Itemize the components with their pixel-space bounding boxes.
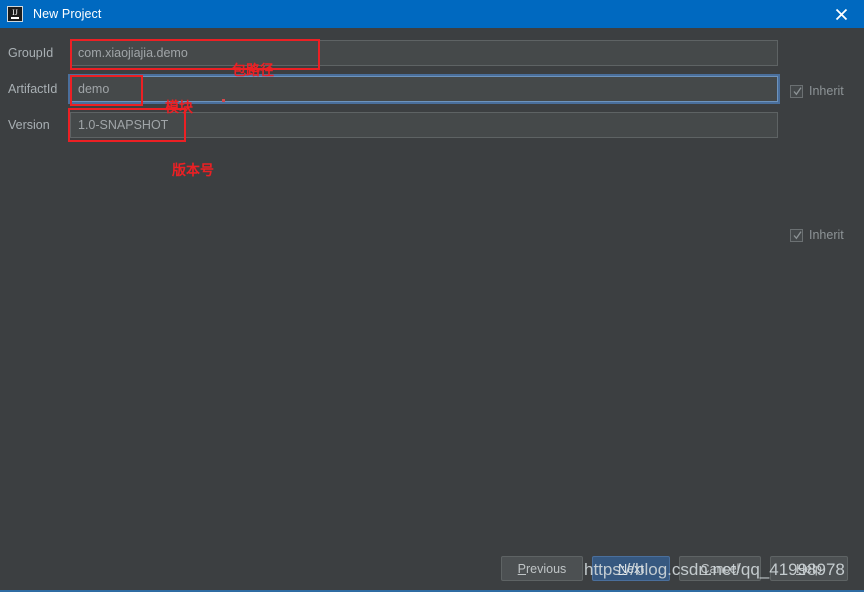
- cancel-button-label: Cancel: [700, 561, 740, 576]
- window-title: New Project: [33, 7, 102, 21]
- form-row-groupid: GroupId Inherit: [0, 38, 864, 98]
- intellij-idea-icon: IJ: [7, 6, 23, 22]
- next-button[interactable]: Next: [592, 556, 670, 581]
- close-icon[interactable]: [819, 0, 864, 28]
- annotation-dot: [222, 99, 225, 102]
- groupid-label: GroupId: [8, 46, 54, 60]
- previous-button-label: Previous: [517, 561, 567, 576]
- cancel-button[interactable]: Cancel: [679, 556, 761, 581]
- form-row-artifactid: ArtifactId: [0, 74, 864, 104]
- new-project-dialog: IJ New Project GroupId Inherit ArtifactI…: [0, 0, 864, 592]
- previous-button[interactable]: Previous: [501, 556, 583, 581]
- version-input[interactable]: [70, 112, 778, 138]
- window-titlebar: IJ New Project: [0, 0, 864, 28]
- artifactid-label: ArtifactId: [8, 82, 58, 96]
- checkbox-box: [790, 228, 803, 242]
- version-inherit-label: Inherit: [809, 228, 844, 242]
- help-button-label: Help: [796, 561, 822, 576]
- next-button-label: Next: [618, 561, 644, 576]
- version-label: Version: [8, 118, 50, 132]
- version-inherit-checkbox[interactable]: Inherit: [790, 228, 844, 242]
- artifactid-input[interactable]: [70, 76, 778, 102]
- groupid-input[interactable]: [70, 40, 778, 66]
- annotation-label-version-number: 版本号: [172, 163, 214, 179]
- help-button[interactable]: Help: [770, 556, 848, 581]
- form-row-version: Version Inherit: [0, 110, 864, 242]
